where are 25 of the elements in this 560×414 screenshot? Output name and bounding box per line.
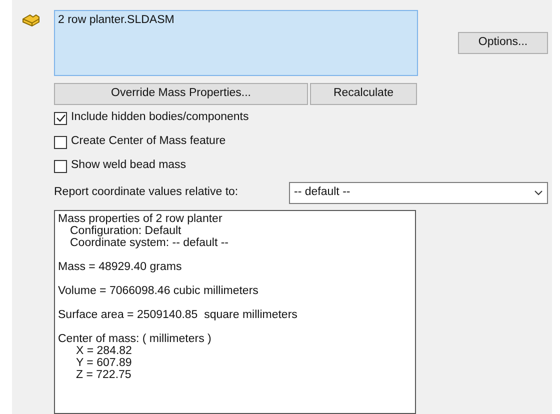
report-coordinates-label: Report coordinate values relative to: xyxy=(54,185,238,200)
result-line: X = 284.82 xyxy=(75,345,132,357)
chevron-down-icon xyxy=(534,190,543,196)
selection-list[interactable]: 2 row planter.SLDASM xyxy=(54,10,418,76)
result-line: Mass properties of 2 row planter xyxy=(58,213,222,225)
result-line: Surface area = 2509140.85 square millimeters xyxy=(58,309,298,321)
checkbox[interactable] xyxy=(54,160,67,172)
checkbox[interactable] xyxy=(54,112,67,124)
override-mass-properties-button[interactable]: Override Mass Properties... xyxy=(54,83,308,105)
result-line: Coordinate system: -- default -- xyxy=(69,237,229,249)
checkbox-label[interactable]: Show weld bead mass xyxy=(71,157,186,175)
result-line: Z = 722.75 xyxy=(75,369,132,381)
result-line: Center of mass: ( millimeters ) xyxy=(58,333,212,345)
options-button[interactable]: Options... xyxy=(458,32,548,54)
result-line: Volume = 7066098.46 cubic millimeters xyxy=(58,285,258,297)
recalculate-button[interactable]: Recalculate xyxy=(310,83,417,105)
result-line: Configuration: Default xyxy=(69,225,182,237)
checkbox-label[interactable]: Include hidden bodies/components xyxy=(71,109,249,127)
result-line: Mass = 48929.40 grams xyxy=(58,261,182,273)
result-line: Y = 607.89 xyxy=(75,357,132,369)
checkbox-label[interactable]: Create Center of Mass feature xyxy=(71,133,226,151)
list-item[interactable]: 2 row planter.SLDASM xyxy=(58,12,174,30)
coordinate-system-dropdown[interactable]: -- default -- xyxy=(289,182,548,204)
checkbox[interactable] xyxy=(54,136,67,148)
dropdown-value: -- default -- xyxy=(294,185,350,200)
